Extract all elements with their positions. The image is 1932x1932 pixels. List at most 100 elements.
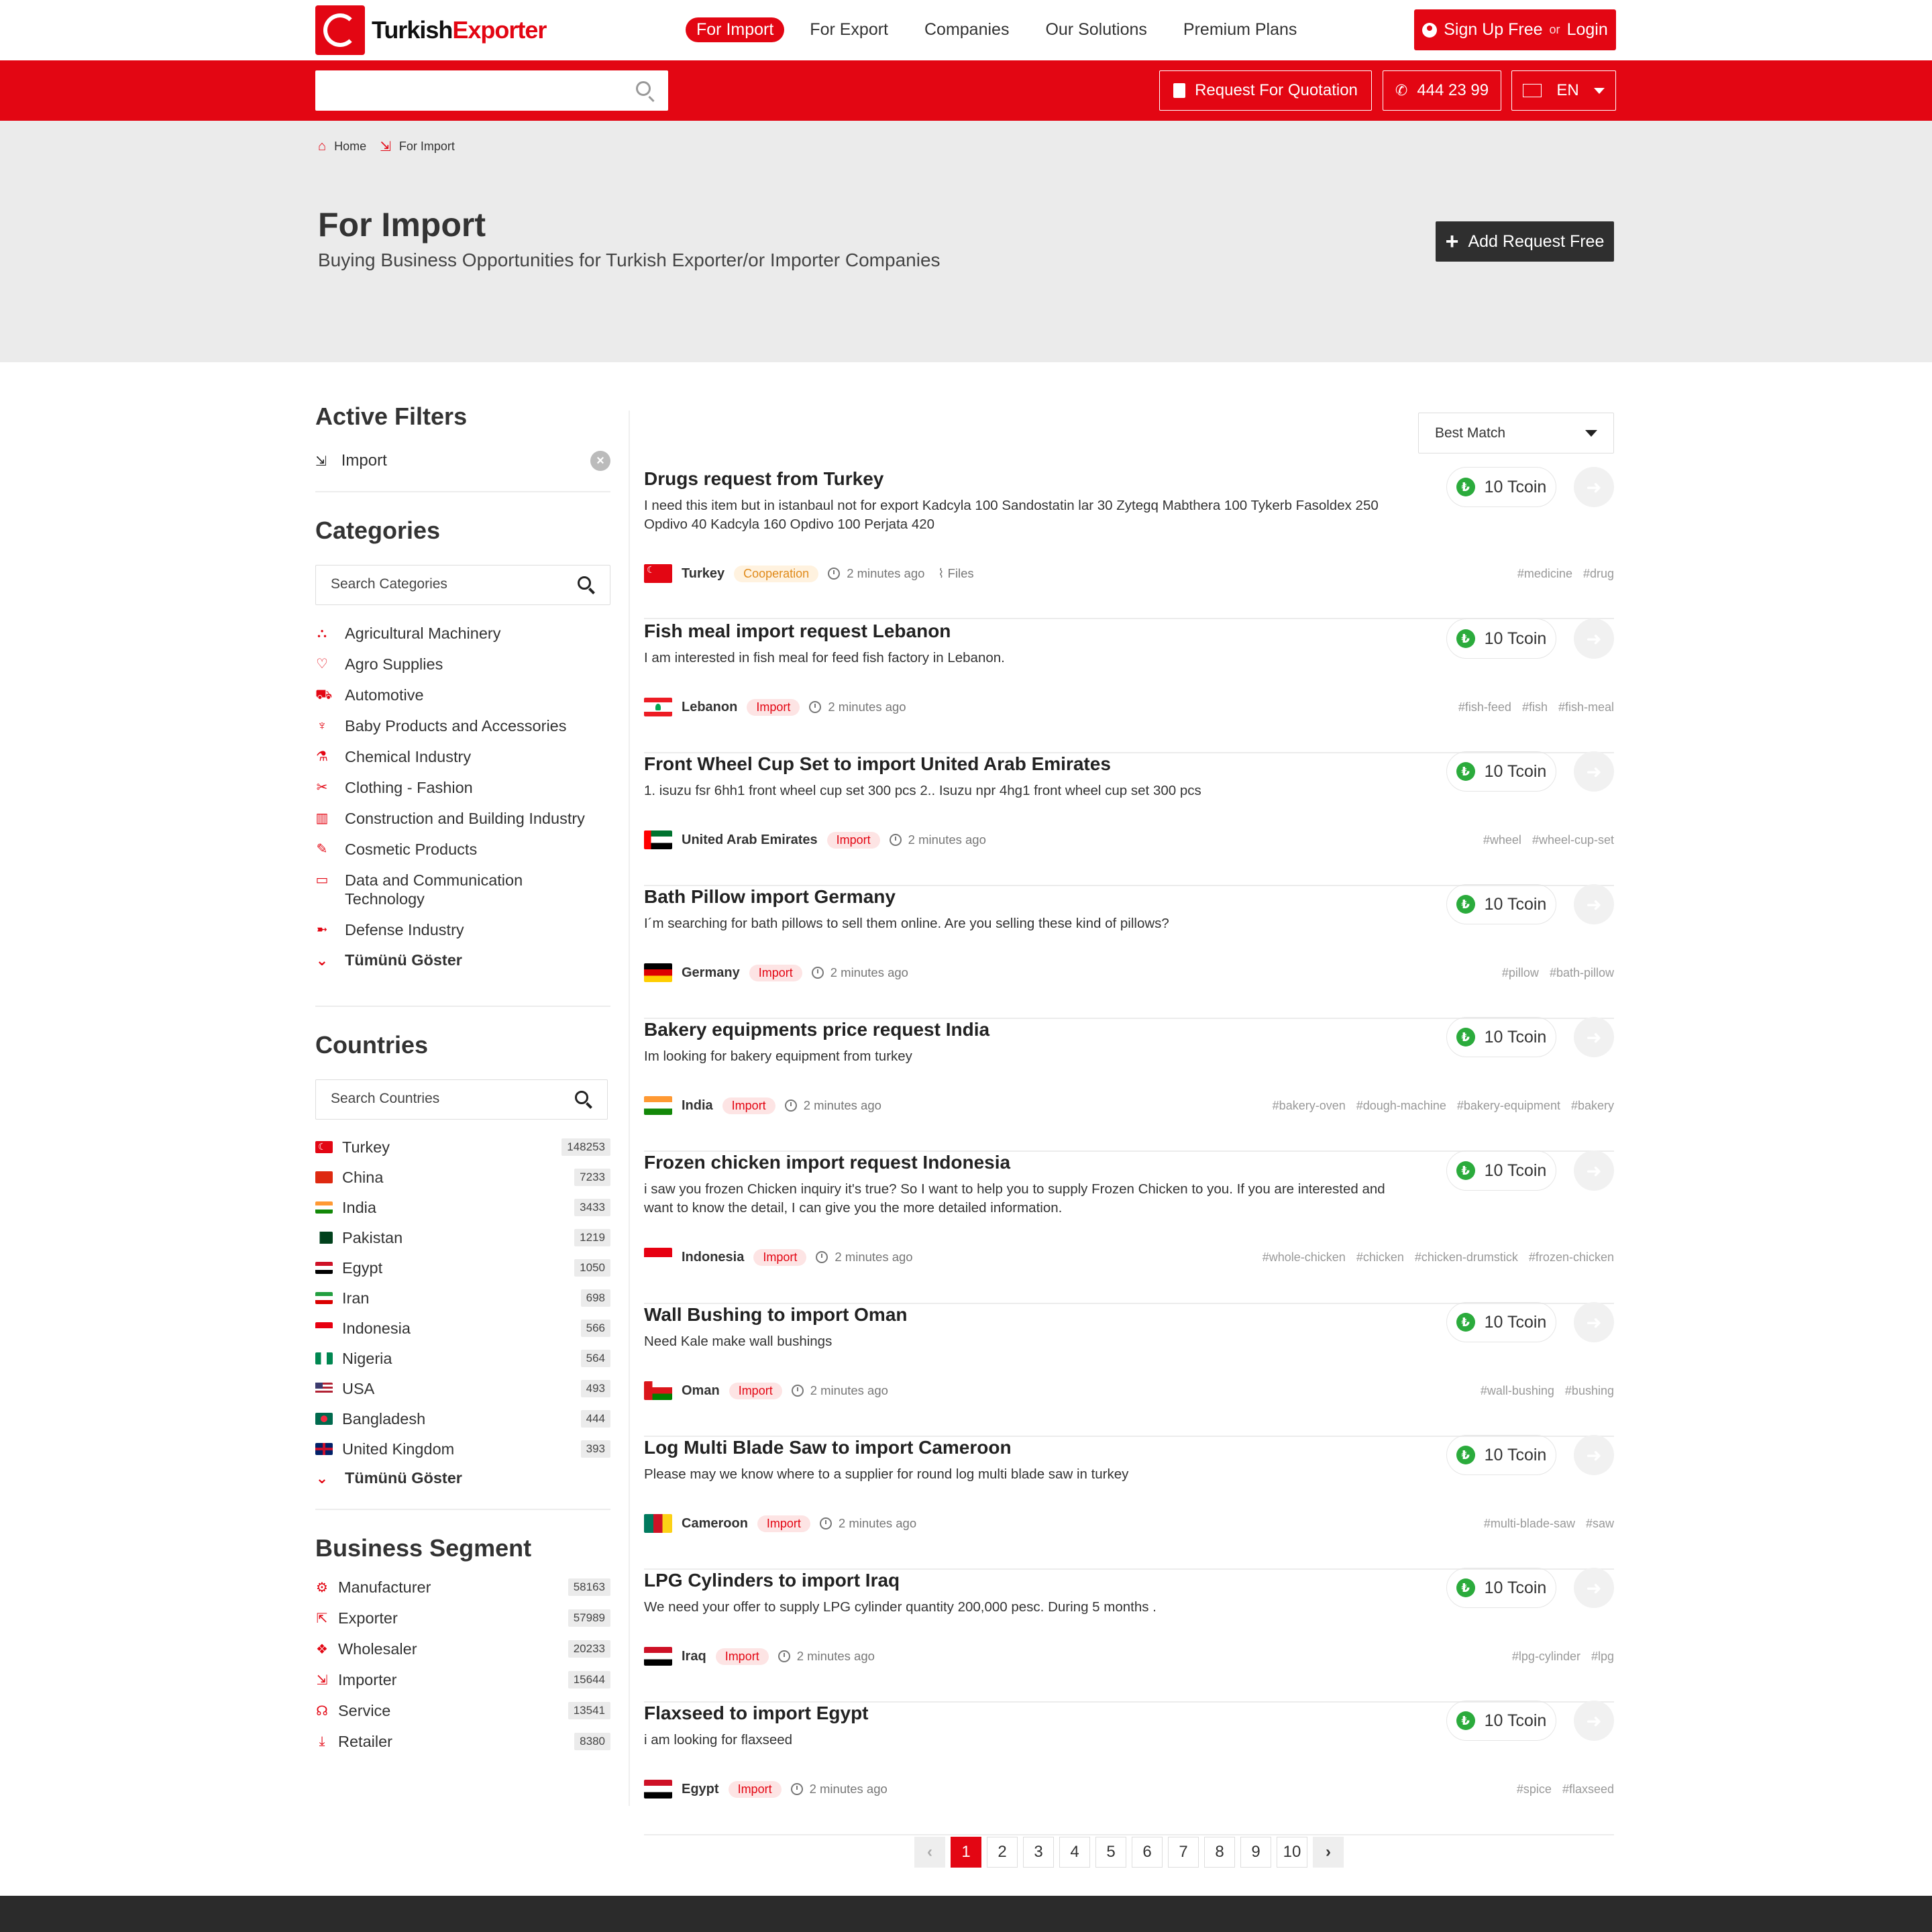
arrow-right-icon[interactable]: ➜ [1574,1435,1614,1475]
tag[interactable]: #fish-feed [1458,700,1511,714]
category-item[interactable]: ⚗ Chemical Industry [315,747,610,766]
country-item[interactable]: Bangladesh 444 [315,1409,610,1429]
segment-item[interactable]: ❖ Wholesaler 20233 [315,1639,610,1659]
segment-item[interactable]: ⇲ Importer 15644 [315,1670,610,1690]
category-item[interactable]: ▭ Data and Communication Technology [315,871,610,908]
arrow-right-icon[interactable]: ➜ [1574,1701,1614,1741]
arrow-right-icon[interactable]: ➜ [1574,884,1614,924]
tcoin-price[interactable]: ₺ 10 Tcoin [1446,1017,1556,1057]
attachment[interactable]: ⌇ Files [938,566,973,581]
page-button[interactable]: 10 [1277,1837,1307,1868]
tcoin-price[interactable]: ₺ 10 Tcoin [1446,751,1556,792]
tag[interactable]: #wall-bushing [1481,1384,1554,1398]
tag[interactable]: #saw [1586,1517,1614,1531]
tcoin-price[interactable]: ₺ 10 Tcoin [1446,1150,1556,1191]
tcoin-price[interactable]: ₺ 10 Tcoin [1446,467,1556,507]
page-button[interactable]: 3 [1023,1837,1054,1868]
category-item[interactable]: ♡ Agro Supplies [315,655,610,674]
page-button[interactable]: 6 [1132,1837,1163,1868]
category-item[interactable]: ✂ Clothing - Fashion [315,778,610,797]
search-icon[interactable] [578,576,591,590]
country-item[interactable]: Iran 698 [315,1288,610,1308]
page-button[interactable]: 4 [1059,1837,1090,1868]
category-item[interactable]: ⛬ Agricultural Machinery [315,624,610,643]
tag[interactable]: #bath-pillow [1550,966,1614,980]
tag[interactable]: #drug [1583,567,1614,581]
breadcrumb-home[interactable]: Home [334,140,366,154]
page-button[interactable]: 5 [1095,1837,1126,1868]
arrow-right-icon[interactable]: ➜ [1574,1302,1614,1342]
segment-item[interactable]: ☊ Service 13541 [315,1701,610,1721]
tcoin-price[interactable]: ₺ 10 Tcoin [1446,1435,1556,1475]
signup-login-button[interactable]: Sign Up Free or Login [1414,9,1616,50]
tag[interactable]: #wheel [1483,833,1521,847]
country-item[interactable]: Indonesia 566 [315,1318,610,1338]
tag[interactable]: #bushing [1565,1384,1614,1398]
tcoin-price[interactable]: ₺ 10 Tcoin [1446,884,1556,924]
tag[interactable]: #wheel-cup-set [1532,833,1614,847]
add-request-button[interactable]: + Add Request Free [1436,221,1614,262]
nav-our-solutions[interactable]: Our Solutions [1034,17,1157,42]
segment-item[interactable]: ⇱ Exporter 57989 [315,1608,610,1628]
country-item[interactable]: United Kingdom 393 [315,1439,610,1459]
page-button[interactable]: 2 [987,1837,1018,1868]
category-item[interactable]: ▥ Construction and Building Industry [315,809,610,828]
next-page-button[interactable]: › [1313,1837,1344,1868]
global-search-input[interactable] [315,70,624,111]
tag[interactable]: #fish-meal [1558,700,1614,714]
arrow-right-icon[interactable]: ➜ [1574,1017,1614,1057]
categories-show-all[interactable]: ⌄ Tümünü Göster [315,951,610,969]
tag[interactable]: #chicken-drumstick [1415,1250,1518,1265]
arrow-right-icon[interactable]: ➜ [1574,751,1614,792]
arrow-right-icon[interactable]: ➜ [1574,619,1614,659]
page-button[interactable]: 9 [1240,1837,1271,1868]
tag[interactable]: #pillow [1502,966,1539,980]
tag[interactable]: #medicine [1517,567,1572,581]
tag[interactable]: #bakery-oven [1273,1099,1346,1113]
country-item[interactable]: USA 493 [315,1379,610,1399]
segment-item[interactable]: ⚙ Manufacturer 58163 [315,1577,610,1597]
countries-search-input[interactable] [316,1080,571,1118]
tcoin-price[interactable]: ₺ 10 Tcoin [1446,1302,1556,1342]
tag[interactable]: #lpg-cylinder [1512,1650,1580,1664]
countries-show-all[interactable]: ⌄ Tümünü Göster [315,1469,610,1487]
tcoin-price[interactable]: ₺ 10 Tcoin [1446,1568,1556,1608]
country-item[interactable]: Pakistan 1219 [315,1228,610,1248]
logo[interactable]: TurkishExporter [315,5,547,55]
country-item[interactable]: Egypt 1050 [315,1258,610,1278]
phone-button[interactable]: ✆ 444 23 99 [1383,70,1501,111]
arrow-right-icon[interactable]: ➜ [1574,1150,1614,1191]
tag[interactable]: #bakery [1571,1099,1614,1113]
tag[interactable]: #lpg [1591,1650,1614,1664]
segment-item[interactable]: ⤓ Retailer 8380 [315,1731,610,1752]
nav-companies[interactable]: Companies [914,17,1020,42]
arrow-right-icon[interactable]: ➜ [1574,467,1614,507]
request-quotation-button[interactable]: Request For Quotation [1159,70,1372,111]
search-icon[interactable] [636,81,651,96]
page-button[interactable]: 1 [951,1837,981,1868]
search-icon[interactable] [575,1091,588,1104]
country-item[interactable]: Turkey148253 [315,1137,610,1157]
category-item[interactable]: ⛟ Automotive [315,686,610,704]
categories-search-input[interactable] [316,566,571,603]
nav-premium-plans[interactable]: Premium Plans [1173,17,1308,42]
country-item[interactable]: Nigeria 564 [315,1348,610,1368]
sort-select[interactable]: Best Match [1418,413,1614,453]
tcoin-price[interactable]: ₺ 10 Tcoin [1446,1701,1556,1741]
category-item[interactable]: ✎ Cosmetic Products [315,840,610,859]
tag[interactable]: #dough-machine [1356,1099,1446,1113]
tag[interactable]: #chicken [1356,1250,1404,1265]
tag[interactable]: #fish [1522,700,1548,714]
remove-filter-icon[interactable]: × [590,451,610,471]
language-select[interactable]: EN [1511,70,1616,111]
tag[interactable]: #bakery-equipment [1457,1099,1560,1113]
tag[interactable]: #flaxseed [1562,1782,1614,1796]
page-button[interactable]: 7 [1168,1837,1199,1868]
category-item[interactable]: ♆ Baby Products and Accessories [315,716,610,735]
nav-for-import[interactable]: For Import [686,17,785,42]
page-button[interactable]: 8 [1204,1837,1235,1868]
tag[interactable]: #multi-blade-saw [1484,1517,1575,1531]
tag[interactable]: #frozen-chicken [1529,1250,1614,1265]
tcoin-price[interactable]: ₺ 10 Tcoin [1446,619,1556,659]
prev-page-button[interactable]: ‹ [914,1837,945,1868]
